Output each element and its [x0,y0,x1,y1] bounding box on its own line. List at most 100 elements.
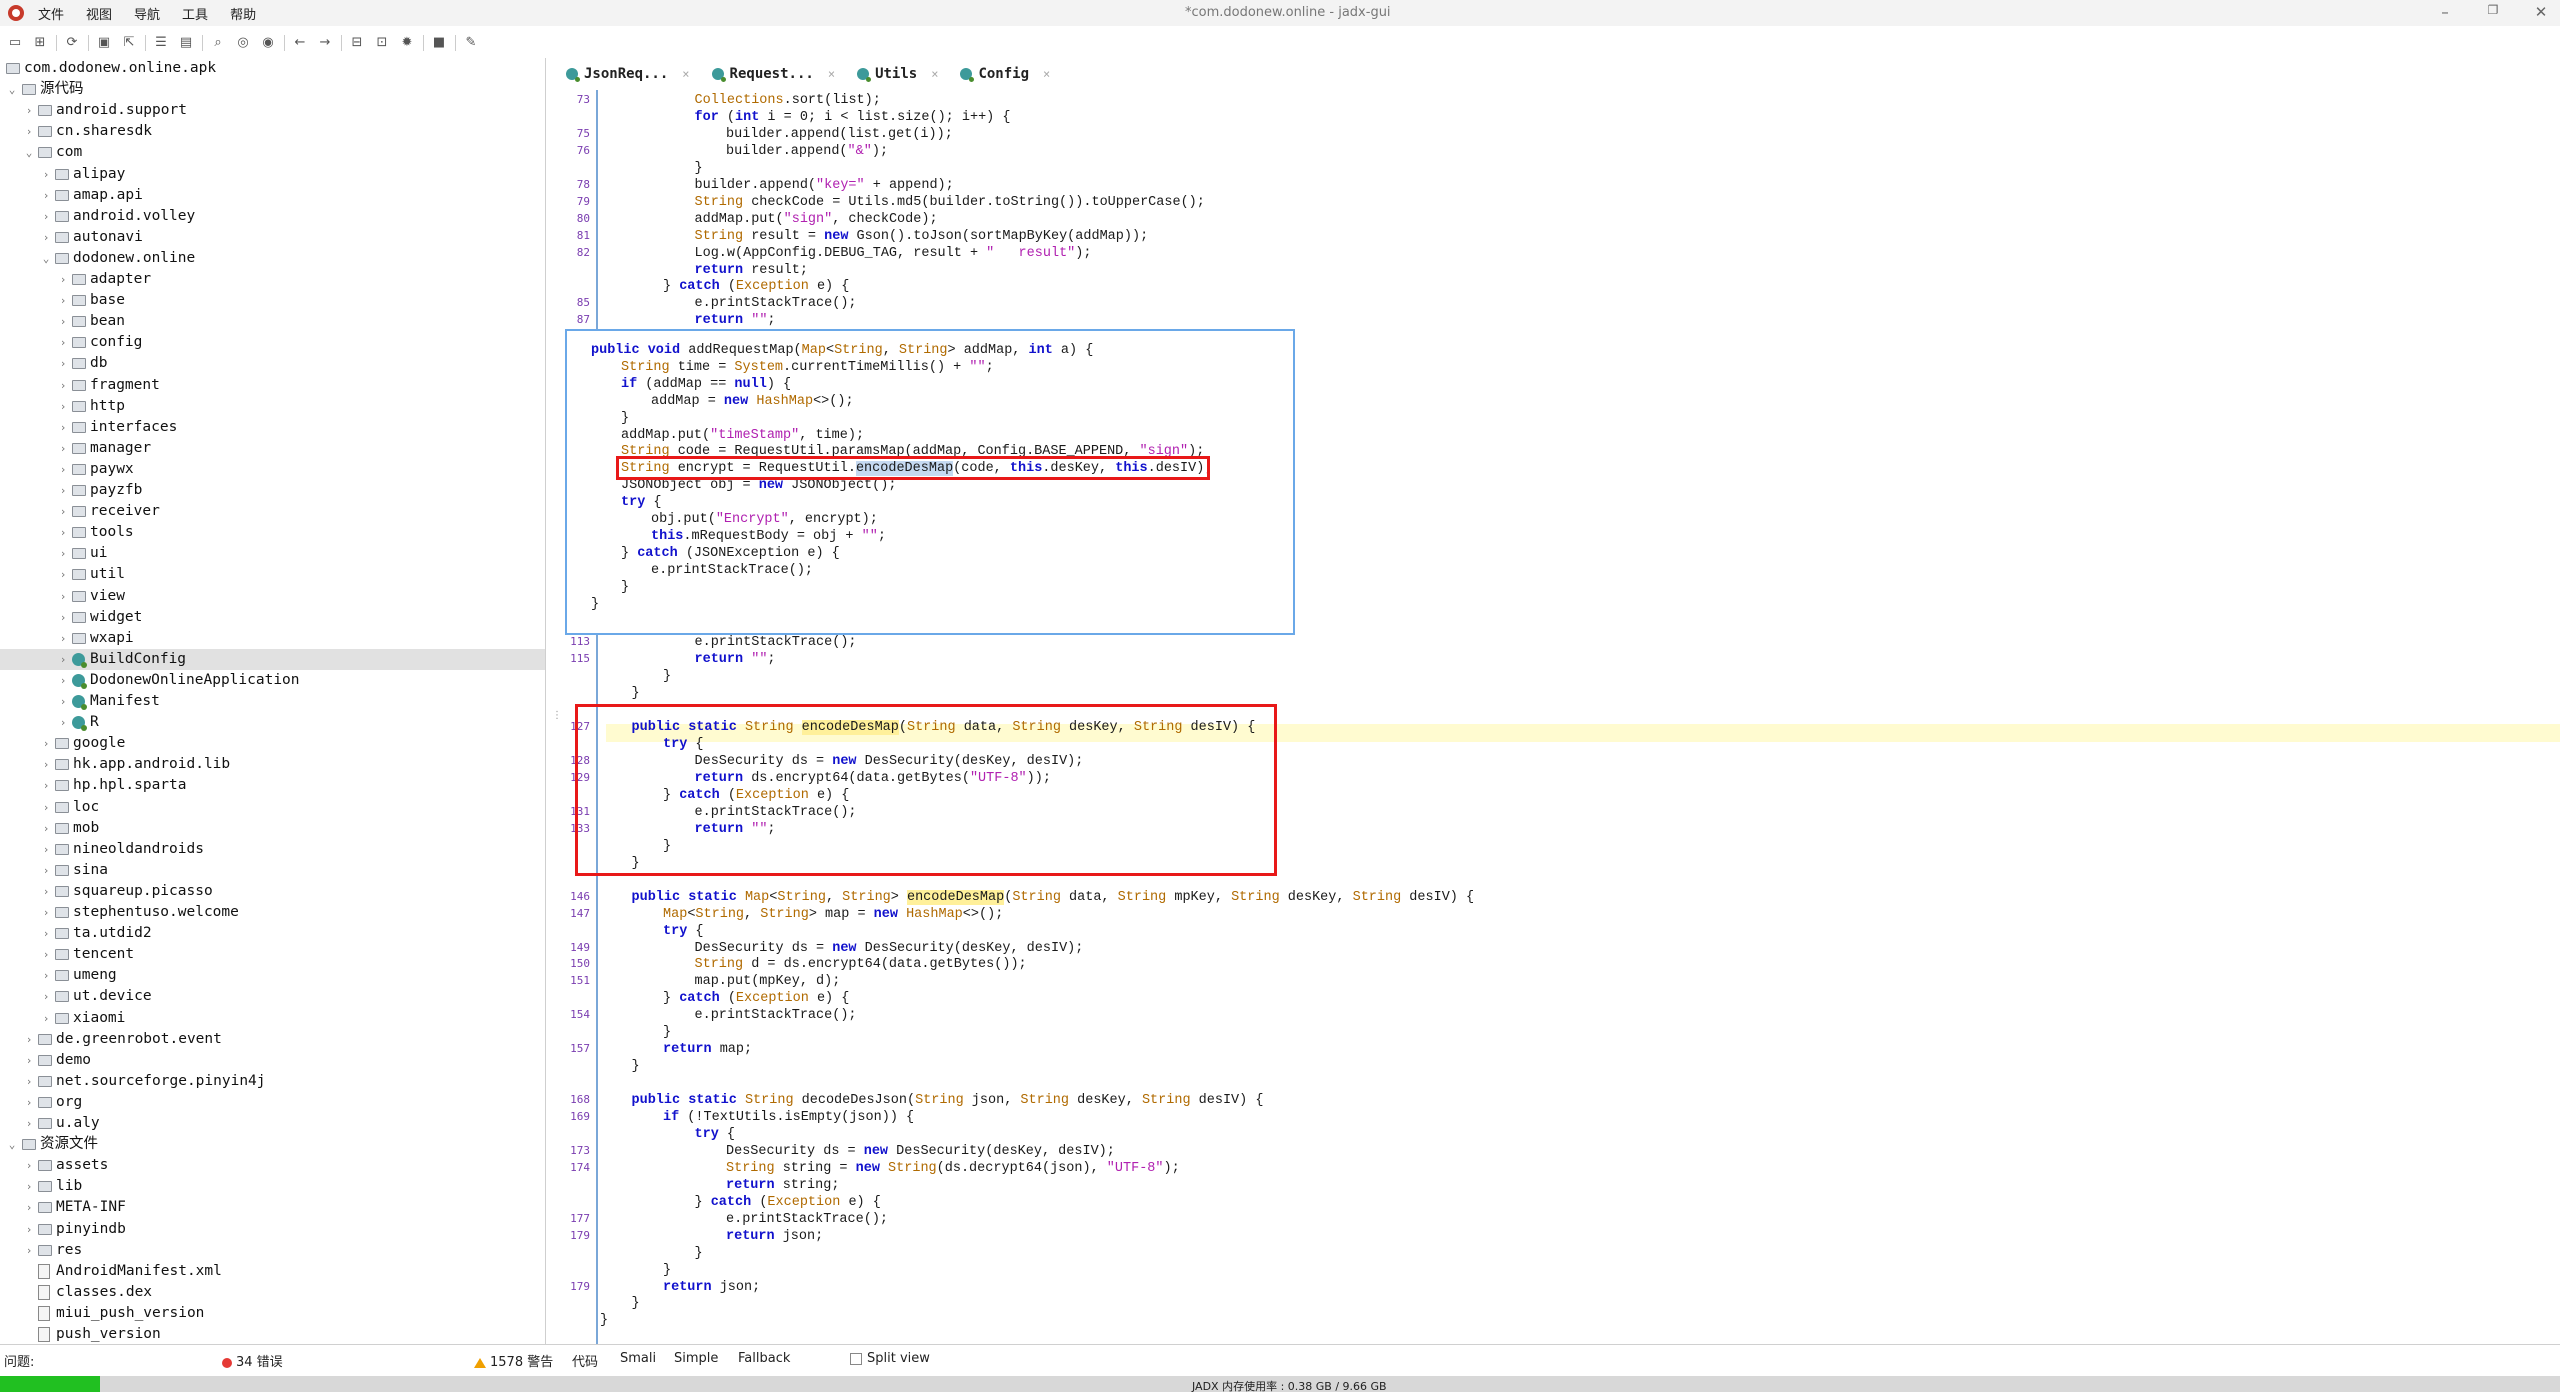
collapse-arrow-icon[interactable]: › [57,586,69,607]
preferences-icon[interactable]: ✎ [462,34,480,52]
tree-node[interactable]: › hk.app.android.lib [0,754,545,775]
collapse-arrow-icon[interactable]: › [23,1092,35,1113]
collapse-arrow-icon[interactable]: › [57,353,69,374]
collapse-arrow-icon[interactable]: › [40,206,52,227]
tree-node[interactable]: › amap.api [0,185,545,206]
view-mode-smali[interactable]: Smali [620,1351,656,1366]
tree-node[interactable]: › widget [0,607,545,628]
menu-help[interactable]: 帮助 [230,4,256,23]
collapse-arrow-icon[interactable]: › [57,311,69,332]
tree-node[interactable]: › loc [0,797,545,818]
collapse-arrow-icon[interactable]: › [57,670,69,691]
tree-node[interactable]: › google [0,733,545,754]
collapse-arrow-icon[interactable]: › [57,712,69,733]
quick-tab-icon[interactable]: ⊡ [373,34,391,52]
tree-node[interactable]: › umeng [0,965,545,986]
expand-arrow-icon[interactable]: ⌄ [40,248,52,269]
collapse-arrow-icon[interactable]: › [57,564,69,585]
collapse-arrow-icon[interactable]: › [57,332,69,353]
tree-node[interactable]: com.dodonew.online.apk [0,58,545,79]
tree-node[interactable]: › db [0,353,545,374]
tab-close-icon[interactable]: × [682,67,689,81]
tree-node[interactable]: › receiver [0,501,545,522]
collapse-arrow-icon[interactable]: › [40,944,52,965]
tree-node[interactable]: › assets [0,1155,545,1176]
tree-node[interactable]: › net.sourceforge.pinyin4j [0,1071,545,1092]
collapse-arrow-icon[interactable]: › [40,1008,52,1029]
menu-navigate[interactable]: 导航 [134,4,160,23]
save-icon[interactable]: ▣ [95,34,113,52]
tree-node[interactable]: classes.dex [0,1282,545,1303]
editor-tab[interactable]: Config × [960,60,1050,88]
collapse-arrow-icon[interactable]: › [57,375,69,396]
tree-node[interactable]: › adapter [0,269,545,290]
collapse-arrow-icon[interactable]: › [23,1029,35,1050]
tree-node[interactable]: › xiaomi [0,1008,545,1029]
tree-node[interactable]: › ut.device [0,986,545,1007]
tree-node[interactable]: miui_push_version [0,1303,545,1324]
split-view-toggle[interactable]: Split view [850,1351,930,1366]
split-view-checkbox[interactable] [850,1352,862,1365]
forward-icon[interactable]: → [316,34,334,52]
collapse-arrow-icon[interactable]: › [57,691,69,712]
tree-node[interactable]: › mob [0,818,545,839]
collapse-arrow-icon[interactable]: › [57,607,69,628]
collapse-arrow-icon[interactable]: › [23,100,35,121]
collapse-arrow-icon[interactable]: › [40,185,52,206]
tree-node[interactable]: ⌄ 资源文件 [0,1134,545,1155]
tree-node[interactable]: › alipay [0,164,545,185]
collapse-arrow-icon[interactable]: › [23,1071,35,1092]
collapse-arrow-icon[interactable]: › [23,1219,35,1240]
view-mode-fallback[interactable]: Fallback [738,1351,790,1366]
collapse-arrow-icon[interactable]: › [57,649,69,670]
collapse-arrow-icon[interactable]: › [40,881,52,902]
minimize-icon[interactable]: – [2430,3,2460,21]
menu-tools[interactable]: 工具 [182,4,208,23]
view-mode-code[interactable]: 代码 [572,1351,598,1370]
warning-count[interactable]: 1578 警告 [474,1351,553,1370]
tree-node[interactable]: › lib [0,1176,545,1197]
tree-node[interactable]: ⌄ com [0,142,545,163]
tree-node[interactable]: ⌄ 源代码 [0,79,545,100]
tree-node[interactable]: › cn.sharesdk [0,121,545,142]
collapse-arrow-icon[interactable]: › [23,1155,35,1176]
tree-node[interactable]: › Manifest [0,691,545,712]
collapse-arrow-icon[interactable]: › [57,522,69,543]
collapse-arrow-icon[interactable]: › [23,1113,35,1134]
log-icon[interactable]: ■ [430,34,448,52]
maximize-icon[interactable]: ❐ [2478,3,2508,17]
collapse-arrow-icon[interactable]: › [57,396,69,417]
collapse-arrow-icon[interactable]: › [40,227,52,248]
collapse-arrow-icon[interactable]: › [57,628,69,649]
menu-file[interactable]: 文件 [38,4,64,23]
collapse-arrow-icon[interactable]: › [40,797,52,818]
tree-node[interactable]: › BuildConfig [0,648,545,670]
collapse-arrow-icon[interactable]: › [40,164,52,185]
back-icon[interactable]: ← [291,34,309,52]
collapse-arrow-icon[interactable]: › [23,121,35,142]
collapse-arrow-icon[interactable]: › [57,269,69,290]
tree-node[interactable]: › de.greenrobot.event [0,1029,545,1050]
tree-node[interactable]: › tools [0,522,545,543]
tree-node[interactable]: › bean [0,311,545,332]
tab-close-icon[interactable]: × [1043,67,1050,81]
tree-node[interactable]: › util [0,564,545,585]
collapse-arrow-icon[interactable]: › [57,290,69,311]
collapse-arrow-icon[interactable]: › [57,459,69,480]
tree-node[interactable]: › interfaces [0,417,545,438]
tree-node[interactable]: › stephentuso.welcome [0,902,545,923]
collapse-arrow-icon[interactable]: › [40,818,52,839]
tree-node[interactable]: › demo [0,1050,545,1071]
collapse-arrow-icon[interactable]: › [57,501,69,522]
collapse-arrow-icon[interactable]: › [40,965,52,986]
close-icon[interactable]: ✕ [2526,3,2556,21]
tree-node[interactable]: › ui [0,543,545,564]
tree-node[interactable]: › base [0,290,545,311]
editor-tab[interactable]: Request... × [711,60,835,88]
tree-node[interactable]: › META-INF [0,1197,545,1218]
editor-tab[interactable]: JsonReq... × [566,60,690,88]
tree-node[interactable]: › squareup.picasso [0,881,545,902]
flat-packages-icon[interactable]: ▤ [177,34,195,52]
tree-node[interactable]: › DodonewOnlineApplication [0,670,545,691]
tree-node[interactable]: › u.aly [0,1113,545,1134]
